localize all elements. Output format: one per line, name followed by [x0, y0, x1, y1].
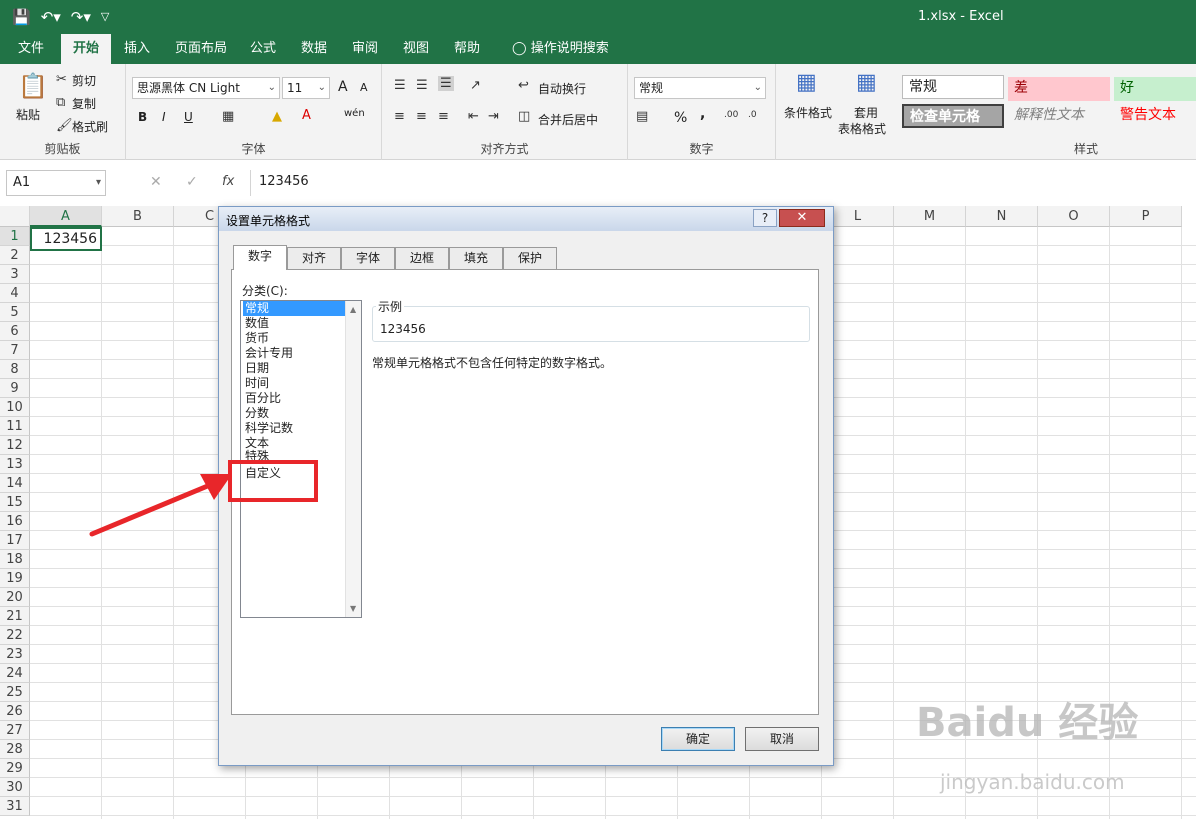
tab-number[interactable]: 数字: [233, 245, 287, 270]
watermark-url: jingyan.baidu.com: [940, 770, 1125, 794]
watermark-logo: Baidu 经验: [916, 700, 1139, 746]
